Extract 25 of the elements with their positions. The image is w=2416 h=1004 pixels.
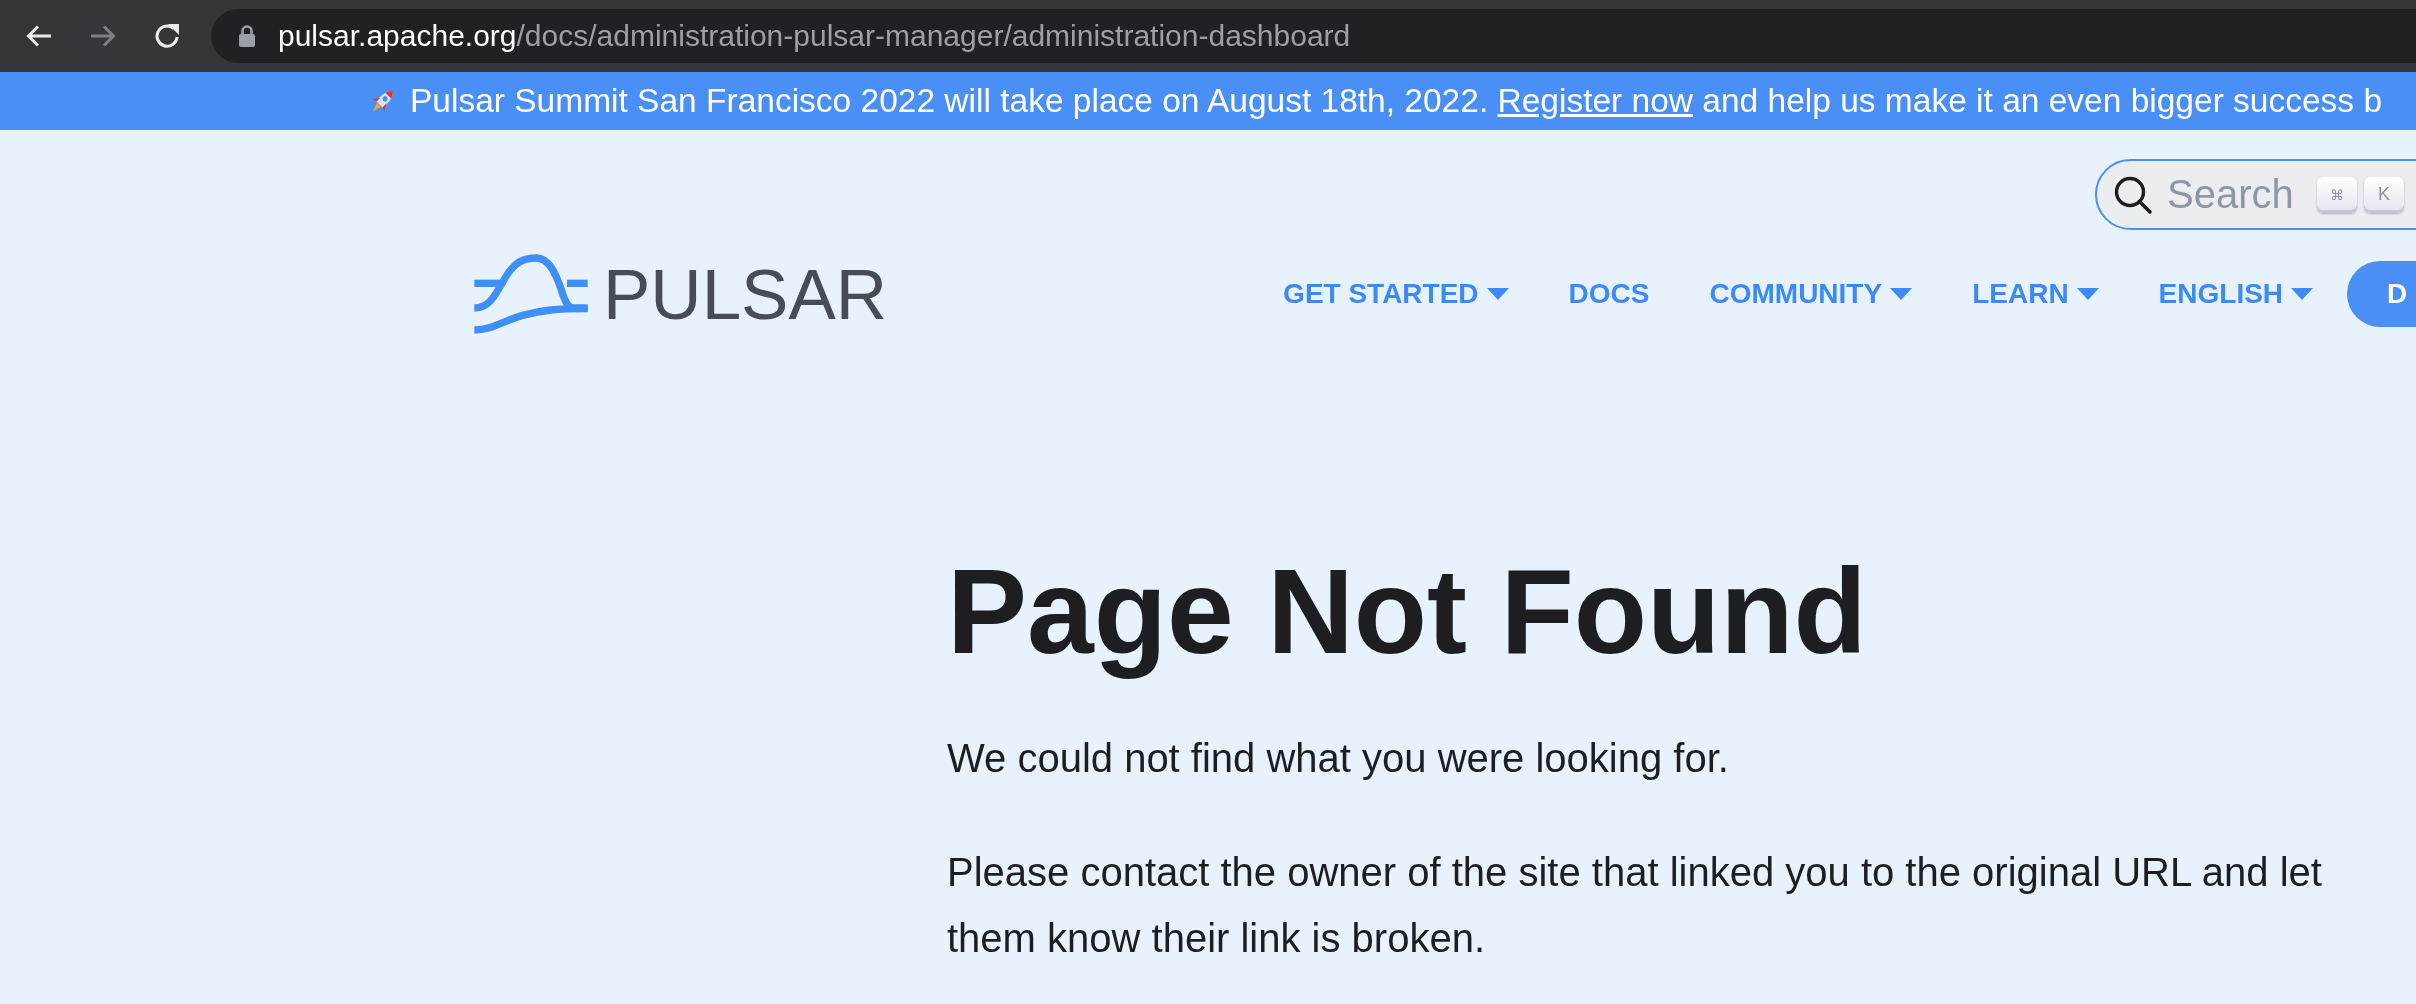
caret-icon	[1890, 288, 1913, 300]
nav-menu-link[interactable]: LEARN	[1972, 278, 2099, 310]
address-field[interactable]: pulsar.apache.org/docs/administration-pulsar-manager/administration-dashboard	[211, 9, 2416, 63]
nav-menu-link[interactable]: GET STARTED	[1283, 278, 1509, 310]
caret-icon	[2291, 288, 2314, 300]
lock-icon	[238, 24, 256, 48]
search-field[interactable]: Search ⌘ K	[2095, 159, 2416, 230]
logo-wordmark[interactable]: PULSAR	[603, 258, 888, 330]
search-icon	[2113, 174, 2153, 215]
reload-icon[interactable]	[153, 22, 181, 50]
shortcut-key: ⌘	[2317, 176, 2357, 213]
shortcut-key: K	[2364, 176, 2404, 213]
nav-button[interactable]: D	[2347, 261, 2416, 327]
register-link[interactable]: Register now	[1497, 82, 1693, 119]
nav-menu-link[interactable]: COMMUNITY	[1709, 278, 1913, 310]
nav-link[interactable]: DOCS	[1568, 278, 1650, 310]
announcement-text: Pulsar Summit San Francisco 2022 will take place on August 18th, 2022. Register now and help us make it an even bigger success b	[410, 82, 2383, 120]
paragraph: We could not find what you were looking for.	[947, 735, 1730, 782]
caret-icon	[1486, 288, 1509, 300]
wave-logo-icon[interactable]	[474, 254, 588, 334]
search-input[interactable]: Search	[2167, 172, 2299, 217]
page-title: Page Not Found	[947, 543, 1868, 681]
caret-icon	[2076, 288, 2099, 300]
nav-menu-link[interactable]: ENGLISH	[2158, 278, 2314, 310]
paragraph: Please contact the owner of the site that linked you to the original URL and let them know their link is broken.	[947, 849, 2323, 962]
